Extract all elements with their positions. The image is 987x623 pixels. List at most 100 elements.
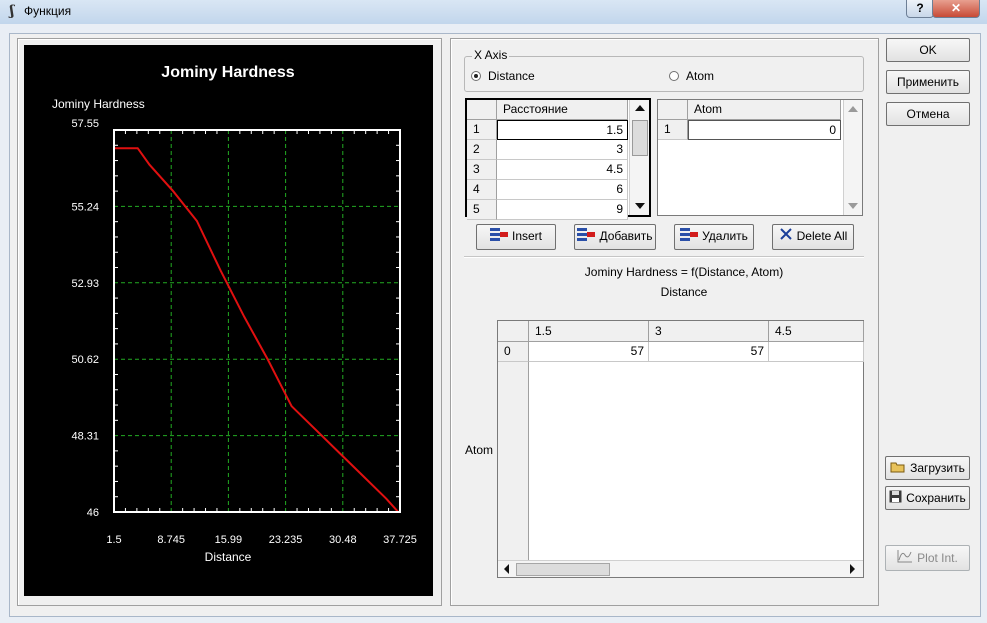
save-button[interactable]: Сохранить bbox=[885, 486, 970, 510]
distance-row-number[interactable]: 5 bbox=[467, 200, 497, 220]
cancel-button[interactable]: Отмена bbox=[886, 102, 970, 126]
series-point bbox=[243, 316, 246, 318]
series-point bbox=[136, 147, 139, 149]
x-tick-label: 37.725 bbox=[383, 534, 417, 546]
apply-button[interactable]: Применить bbox=[886, 70, 970, 94]
hscroll-thumb[interactable] bbox=[516, 563, 610, 576]
y-tick-label: 46 bbox=[87, 507, 99, 519]
load-button-label: Загрузить bbox=[910, 461, 965, 475]
matrix-col-header[interactable]: 4.5 bbox=[769, 321, 864, 342]
folder-open-icon bbox=[890, 458, 906, 480]
matrix-col-header[interactable]: 3 bbox=[649, 321, 769, 342]
delete-all-button[interactable]: Delete All bbox=[772, 224, 854, 250]
matrix-cell[interactable]: 57 bbox=[529, 342, 649, 362]
distance-row-number[interactable]: 3 bbox=[467, 160, 497, 180]
distance-row-number[interactable]: 2 bbox=[467, 140, 497, 160]
add-button-label: Добавить bbox=[599, 229, 653, 243]
scroll-left-icon[interactable] bbox=[504, 564, 509, 574]
atom-row-number[interactable]: 1 bbox=[658, 120, 688, 140]
matrix-col-axis-label: Distance bbox=[660, 285, 708, 299]
distance-cell[interactable]: 9 bbox=[497, 200, 628, 220]
function-label: Jominy Hardness = f(Distance, Atom) bbox=[584, 265, 784, 279]
matrix-corner bbox=[498, 321, 529, 342]
x-axis-group-label: X Axis bbox=[472, 48, 510, 62]
distance-cell[interactable]: 6 bbox=[497, 180, 628, 200]
matrix-cell[interactable]: 57 bbox=[649, 342, 769, 362]
y-axis-label: Jominy Hardness bbox=[52, 97, 145, 111]
matrix-row-header-strip bbox=[498, 362, 529, 560]
distance-cell[interactable]: 4.5 bbox=[497, 160, 628, 180]
series-point bbox=[172, 190, 175, 192]
insert-row-icon bbox=[489, 226, 508, 248]
distance-cell[interactable]: 1.5 bbox=[497, 120, 628, 140]
add-row-icon bbox=[577, 226, 596, 248]
atom-cell[interactable]: 0 bbox=[688, 120, 841, 140]
atom-table-scrollbar[interactable] bbox=[843, 100, 862, 215]
window-title: Функция bbox=[24, 4, 72, 18]
matrix-hscrollbar[interactable] bbox=[498, 560, 863, 577]
distance-table: Расстояние 1 1.5 2 3 3 4.5 4 6 5 9 bbox=[465, 98, 651, 220]
plot-int-button-label: Plot Int. bbox=[917, 551, 958, 565]
plot-icon bbox=[897, 547, 913, 571]
help-button[interactable]: ? bbox=[906, 0, 934, 18]
matrix-cell[interactable] bbox=[769, 342, 864, 362]
distance-table-scrollbar[interactable] bbox=[629, 100, 649, 215]
scroll-down-icon[interactable] bbox=[635, 203, 645, 209]
close-button[interactable]: ✕ bbox=[932, 0, 980, 18]
add-button[interactable]: Добавить bbox=[574, 224, 656, 250]
series-point bbox=[219, 269, 222, 272]
series-point bbox=[148, 163, 151, 166]
distance-table-corner bbox=[467, 100, 497, 120]
x-tick-label: 1.5 bbox=[106, 534, 121, 546]
load-button[interactable]: Загрузить bbox=[885, 456, 970, 480]
radio-distance-label[interactable]: Distance bbox=[488, 69, 535, 83]
delete-all-button-label: Delete All bbox=[796, 229, 848, 243]
plot-int-button[interactable]: Plot Int. bbox=[885, 545, 970, 571]
atom-table-corner bbox=[658, 100, 688, 120]
delete-row-icon bbox=[680, 226, 699, 248]
radio-atom[interactable] bbox=[669, 71, 679, 81]
delete-button[interactable]: Удалить bbox=[674, 224, 754, 250]
x-tick-label: 15.99 bbox=[215, 534, 243, 546]
x-tick-label: 23.235 bbox=[269, 534, 303, 546]
series-point bbox=[196, 220, 198, 222]
distance-row-number[interactable]: 1 bbox=[467, 120, 497, 140]
chart: Jominy Hardness Jominy Hardness Distance… bbox=[24, 45, 433, 596]
scroll-up-icon[interactable] bbox=[848, 106, 858, 112]
x-axis-label: Distance bbox=[205, 550, 252, 564]
matrix-row-header[interactable]: 0 bbox=[498, 342, 529, 362]
delete-button-label: Удалить bbox=[702, 229, 748, 243]
matrix-col-header[interactable]: 1.5 bbox=[529, 321, 649, 342]
separator bbox=[464, 256, 864, 258]
y-tick-label: 57.55 bbox=[71, 118, 99, 130]
radio-distance[interactable] bbox=[471, 71, 481, 81]
y-tick-label: 52.93 bbox=[71, 278, 99, 290]
y-tick-label: 55.24 bbox=[71, 201, 99, 213]
floppy-disk-icon bbox=[889, 488, 902, 510]
app-icon: ʃ bbox=[9, 3, 15, 19]
series-point bbox=[290, 405, 293, 407]
matrix-grid: 1.5 3 4.5 0 57 57 bbox=[497, 320, 864, 578]
scroll-right-icon[interactable] bbox=[850, 564, 855, 574]
series-point bbox=[361, 474, 364, 477]
save-button-label: Сохранить bbox=[906, 491, 966, 505]
scroll-thumb[interactable] bbox=[632, 120, 648, 156]
insert-button[interactable]: Insert bbox=[476, 224, 556, 250]
ok-button[interactable]: OK bbox=[886, 38, 970, 62]
x-tick-label: 30.48 bbox=[329, 534, 357, 546]
matrix-row-axis-label: Atom bbox=[465, 443, 494, 457]
atom-col-header[interactable]: Atom bbox=[688, 100, 841, 120]
window-titlebar bbox=[0, 0, 987, 25]
distance-col-header[interactable]: Расстояние bbox=[497, 100, 628, 120]
distance-row-number[interactable]: 4 bbox=[467, 180, 497, 200]
radio-atom-label[interactable]: Atom bbox=[686, 69, 714, 83]
distance-cell[interactable]: 3 bbox=[497, 140, 628, 160]
series-point bbox=[314, 428, 317, 431]
x-tick-label: 8.745 bbox=[157, 534, 185, 546]
series-point bbox=[267, 359, 269, 361]
y-tick-label: 48.31 bbox=[71, 431, 99, 443]
chart-title: Jominy Hardness bbox=[161, 64, 294, 81]
delete-all-icon bbox=[779, 226, 793, 248]
scroll-down-icon[interactable] bbox=[848, 203, 858, 209]
scroll-up-icon[interactable] bbox=[635, 105, 645, 111]
